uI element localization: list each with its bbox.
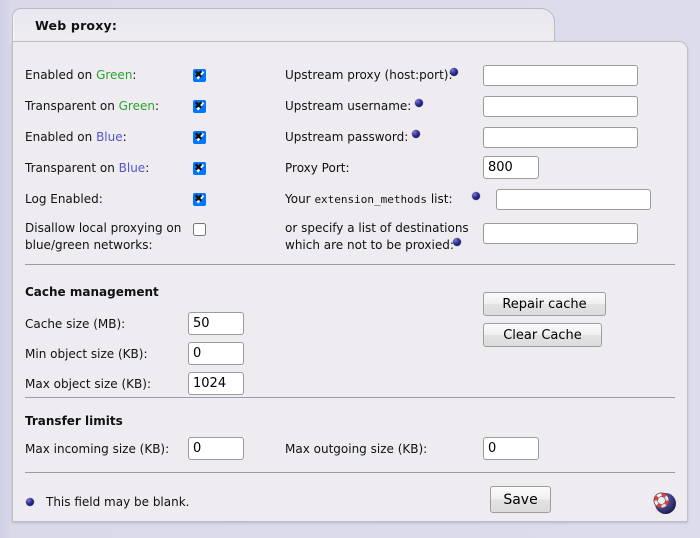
web-proxy-settings-panel: Enabled on Green: Transparent on Green: … <box>12 41 688 522</box>
legend-field-may-be-blank: This field may be blank. <box>46 495 190 509</box>
save-button[interactable]: Save <box>490 486 551 513</box>
label-transparent-on-blue: Transparent on Blue: <box>25 161 150 175</box>
label-log-enabled: Log Enabled: <box>25 192 103 206</box>
blank-ok-bullet-icon <box>472 192 480 200</box>
blank-ok-bullet-icon-legend <box>26 498 34 506</box>
checkbox-transparent-on-green[interactable] <box>193 99 206 113</box>
checkbox-disallow-local-proxying[interactable] <box>193 223 206 236</box>
checkbox-enabled-on-blue[interactable] <box>193 130 206 144</box>
input-upstream-proxy[interactable] <box>483 65 638 86</box>
input-cache-size[interactable] <box>188 312 244 335</box>
label-max-object-size: Max object size (KB): <box>25 377 152 391</box>
label-no-proxy-line2: which are not to be proxied: <box>285 238 454 252</box>
label-proxy-port: Proxy Port: <box>285 161 350 175</box>
label-enabled-on-green: Enabled on Green: <box>25 68 137 82</box>
label-no-proxy-line1: or specify a list of destinations <box>285 221 469 235</box>
section-title-cache-management: Cache management <box>25 285 159 299</box>
label-enabled-on-blue: Enabled on Blue: <box>25 130 127 144</box>
green-zone-word: Green <box>118 99 155 113</box>
tab-web-proxy[interactable]: Web proxy: <box>12 8 555 42</box>
label-disallow-local-proxying-line1: Disallow local proxying on <box>25 221 182 235</box>
checkbox-enabled-on-green[interactable] <box>193 68 206 82</box>
divider-footer <box>25 472 675 473</box>
divider-transfer <box>25 397 675 398</box>
label-max-incoming-size: Max incoming size (KB): <box>25 442 170 456</box>
green-zone-word: Green <box>96 68 133 82</box>
label-cache-size: Cache size (MB): <box>25 317 126 331</box>
input-max-object-size[interactable] <box>188 372 244 395</box>
blue-zone-word: Blue <box>118 161 146 175</box>
blank-ok-bullet-icon <box>412 130 420 138</box>
label-upstream-username: Upstream username: <box>285 99 412 113</box>
blank-ok-bullet-icon <box>450 68 458 76</box>
input-min-object-size[interactable] <box>188 342 244 365</box>
repair-cache-button[interactable]: Repair cache <box>483 292 606 316</box>
clear-cache-button[interactable]: Clear Cache <box>483 323 602 347</box>
label-transparent-on-green: Transparent on Green: <box>25 99 160 113</box>
section-title-transfer-limits: Transfer limits <box>25 414 123 428</box>
divider-cache <box>25 264 675 265</box>
input-max-incoming-size[interactable] <box>188 437 244 460</box>
label-max-outgoing-size: Max outgoing size (KB): <box>285 442 428 456</box>
label-disallow-local-proxying-line2: blue/green networks: <box>25 238 153 252</box>
page-title: Web proxy: <box>35 18 118 33</box>
input-no-proxy-destinations[interactable] <box>483 223 638 244</box>
label-min-object-size: Min object size (KB): <box>25 347 148 361</box>
lifebuoy-help-icon[interactable] <box>651 489 677 515</box>
label-extension-methods: Your extension_methods list: <box>285 192 453 206</box>
input-upstream-password[interactable] <box>483 127 638 148</box>
input-max-outgoing-size[interactable] <box>483 437 539 460</box>
extension-methods-token: extension_methods <box>314 193 428 206</box>
label-upstream-proxy: Upstream proxy (host:port): <box>285 68 453 82</box>
page-root: Web proxy: Enabled on Green: Transparent… <box>0 0 700 538</box>
blue-zone-word: Blue <box>96 130 123 144</box>
input-proxy-port[interactable] <box>483 156 539 179</box>
input-upstream-username[interactable] <box>483 96 638 117</box>
blank-ok-bullet-icon <box>415 99 423 107</box>
input-extension-methods[interactable] <box>496 189 651 210</box>
checkbox-transparent-on-blue[interactable] <box>193 161 206 175</box>
label-upstream-password: Upstream password: <box>285 130 409 144</box>
blank-ok-bullet-icon <box>453 238 461 246</box>
checkbox-log-enabled[interactable] <box>193 192 206 206</box>
